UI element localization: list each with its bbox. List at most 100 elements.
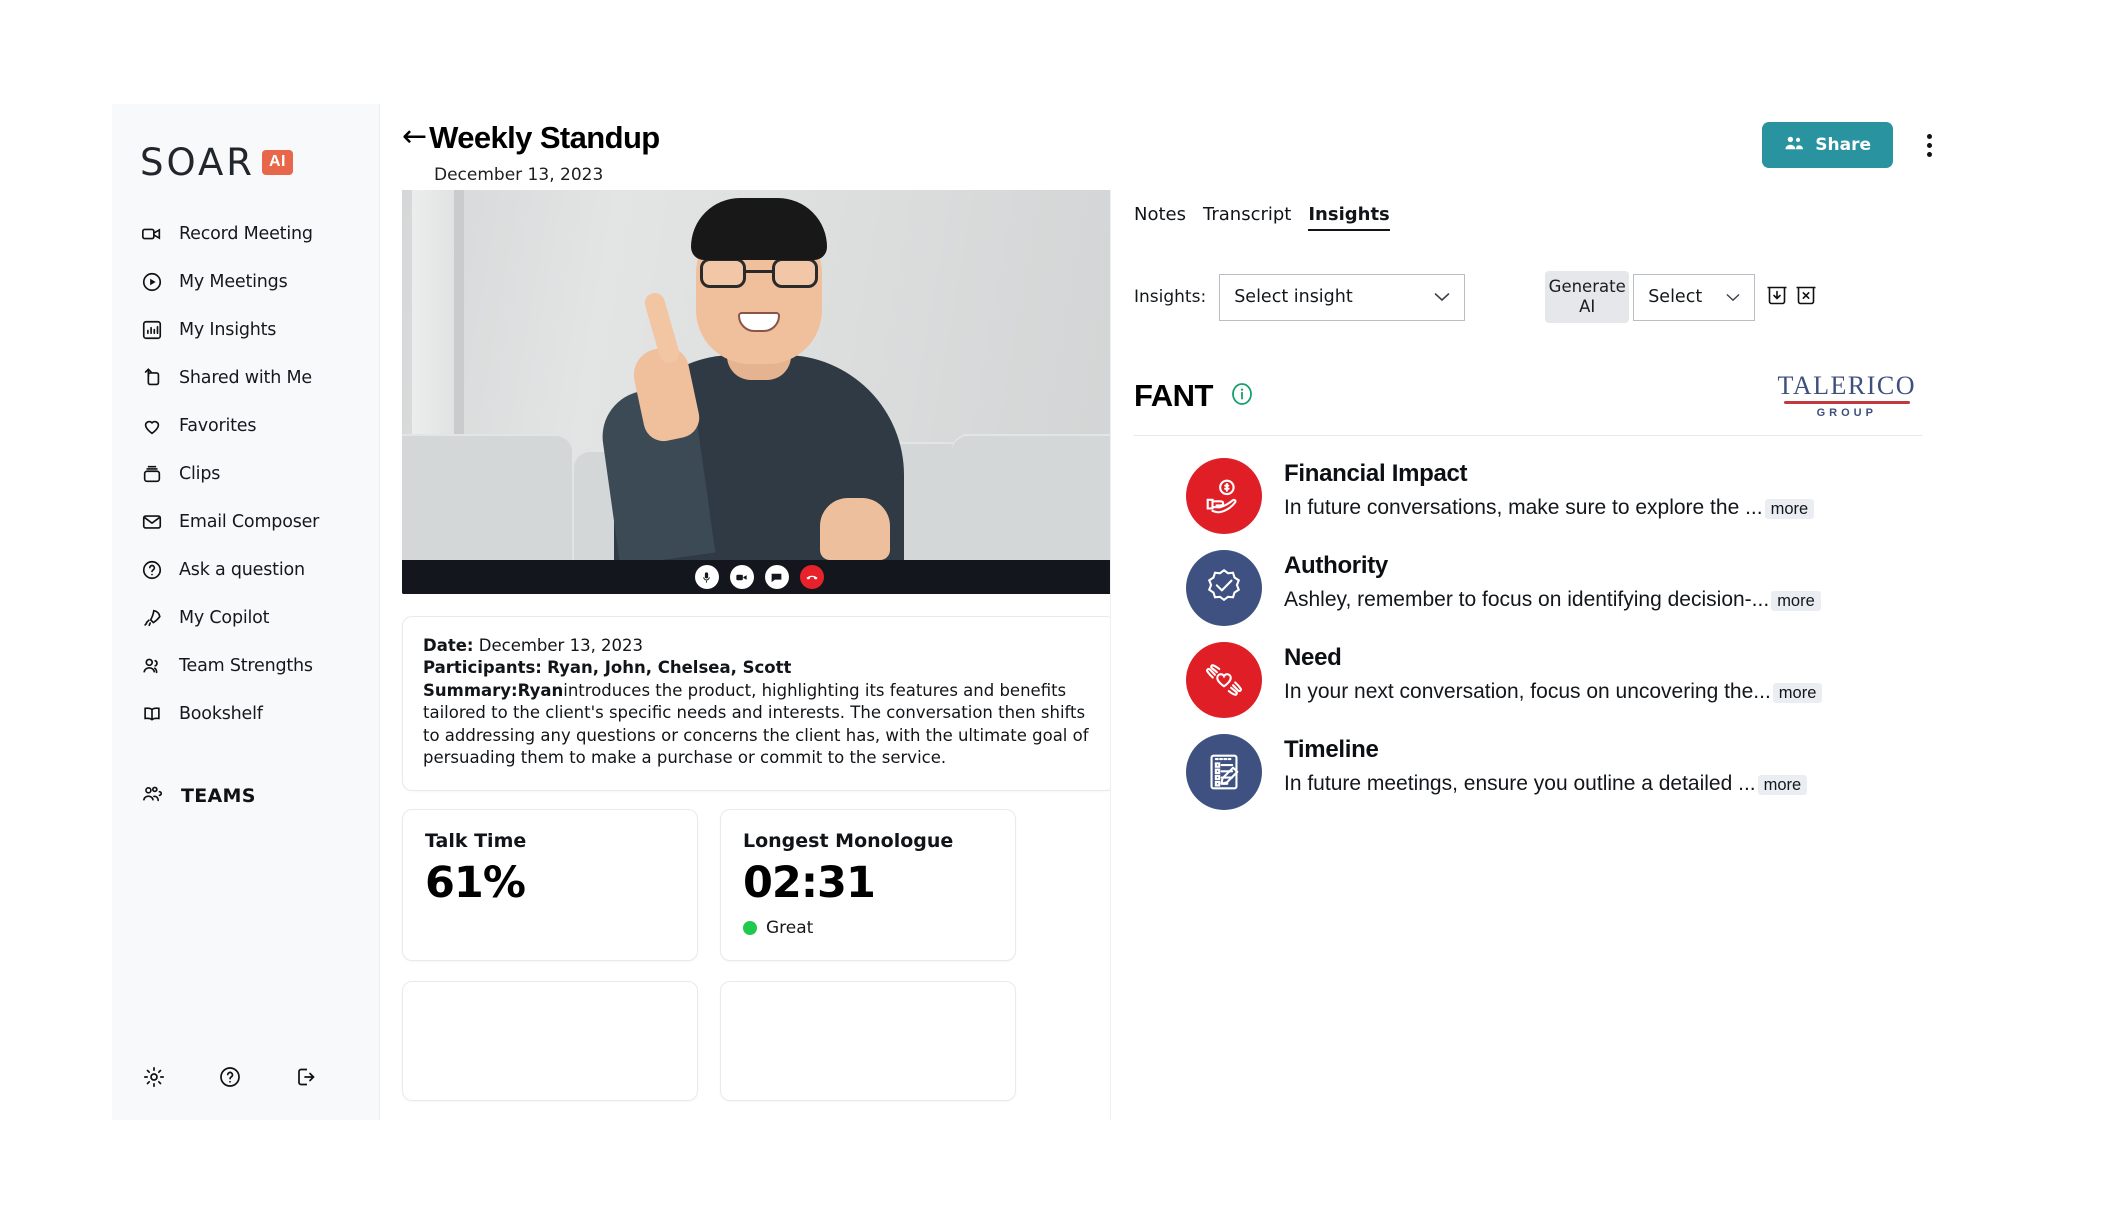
summary-participants-label: Participants: <box>423 658 542 678</box>
checklist-pencil-icon <box>1186 734 1262 810</box>
app-logo[interactable]: SOAR AI <box>112 136 379 188</box>
info-circle-icon[interactable] <box>1228 380 1256 413</box>
top-bar: ← Weekly Standup December 13, 2023 Share <box>380 104 1982 190</box>
summary-date-label: Date: <box>423 636 474 655</box>
logo-ai-badge: AI <box>261 149 293 175</box>
insight-text-value: In your next conversation, focus on unco… <box>1284 680 1771 703</box>
sidebar-item-my-meetings[interactable]: My Meetings <box>112 258 379 306</box>
meeting-column: Date: December 13, 2023 Participants: Ry… <box>380 190 1110 1120</box>
logo-wordmark: SOAR <box>140 140 255 184</box>
video-frame-image <box>402 190 1110 560</box>
camera-icon[interactable] <box>729 565 754 589</box>
meeting-date: December 13, 2023 <box>434 165 604 185</box>
sidebar-nav: Record Meeting My Meetings My Insights S… <box>112 210 379 738</box>
gear-icon[interactable] <box>142 1065 166 1094</box>
insights-select-label: Insights: <box>1134 287 1207 307</box>
partner-logo-swoosh <box>1783 401 1910 404</box>
sidebar-footer <box>112 1065 380 1094</box>
users-icon <box>141 655 163 677</box>
metric-value: 61% <box>425 857 526 908</box>
sidebar-item-label: Email Composer <box>179 512 320 532</box>
tab-notes[interactable]: Notes <box>1134 204 1186 231</box>
insight-select-value: Select insight <box>1234 287 1353 307</box>
fant-section-header: FANT TALERICO GROUP <box>1129 373 1922 420</box>
play-circle-icon <box>141 271 163 293</box>
insight-text: In future meetings, ensure you outline a… <box>1284 769 1808 799</box>
sidebar-item-record-meeting[interactable]: Record Meeting <box>112 210 379 258</box>
people-icon <box>1784 134 1804 157</box>
hand-holding-coin-icon <box>1186 458 1262 534</box>
sidebar-item-label: Shared with Me <box>179 368 312 388</box>
sidebar-item-email-composer[interactable]: Email Composer <box>112 498 379 546</box>
insight-item-need: Need In your next conversation, focus on… <box>1134 632 1922 724</box>
envelope-icon <box>141 511 163 533</box>
summary-participants-row: Participants: Ryan, John, Chelsea, Scott <box>423 657 1095 679</box>
insight-text-value: Ashley, remember to focus on identifying… <box>1284 588 1770 611</box>
sidebar-item-clips[interactable]: Clips <box>112 450 379 498</box>
delete-box-icon[interactable] <box>1793 282 1819 313</box>
sidebar-item-favorites[interactable]: Favorites <box>112 402 379 450</box>
insight-text: In your next conversation, focus on unco… <box>1284 677 1823 707</box>
metric-card-talk-time: Talk Time 61% <box>402 808 698 961</box>
end-call-icon[interactable] <box>799 565 824 589</box>
template-select[interactable]: Select <box>1633 273 1756 321</box>
sidebar-item-teams[interactable]: TEAMS <box>112 774 379 818</box>
top-bar-actions: Share <box>1762 122 1940 168</box>
more-link[interactable]: more <box>1771 591 1821 611</box>
sidebar-item-ask-a-question[interactable]: Ask a question <box>112 546 379 594</box>
tab-insights[interactable]: Insights <box>1308 204 1390 231</box>
partner-logo: TALERICO GROUP <box>1778 373 1916 420</box>
logout-icon[interactable] <box>294 1065 318 1094</box>
insight-action-icons <box>1764 282 1819 313</box>
sidebar-item-my-insights[interactable]: My Insights <box>112 306 379 354</box>
metrics-row: Talk Time 61% Longest Monologue 02:31 Gr… <box>402 808 1096 961</box>
sidebar-item-label: Favorites <box>179 416 257 436</box>
sidebar-item-label: Team Strengths <box>179 656 313 676</box>
status-label: Great <box>766 917 814 938</box>
additional-metrics-row <box>402 980 1096 1101</box>
microphone-icon[interactable] <box>694 565 719 589</box>
summary-participants-value: Ryan, John, Chelsea, Scott <box>547 658 792 678</box>
bar-chart-icon <box>141 319 163 341</box>
more-link[interactable]: more <box>1757 775 1808 795</box>
sidebar-item-label: My Meetings <box>179 272 288 292</box>
status-dot-icon <box>743 920 757 935</box>
tab-transcript[interactable]: Transcript <box>1203 204 1291 231</box>
rocket-icon <box>141 607 163 629</box>
insight-text-value: In future conversations, make sure to ex… <box>1284 496 1763 519</box>
back-arrow-icon[interactable]: ← <box>402 121 427 152</box>
video-camera-icon <box>141 223 163 245</box>
insight-select[interactable]: Select insight <box>1219 273 1466 321</box>
insight-title: Timeline <box>1284 736 1379 763</box>
download-box-icon[interactable] <box>1764 282 1790 313</box>
help-circle-icon[interactable] <box>218 1065 242 1094</box>
more-link[interactable]: more <box>1772 683 1823 703</box>
insight-body: Timeline In future meetings, ensure you … <box>1284 734 1808 810</box>
badge-check-icon <box>1186 550 1262 626</box>
video-player[interactable] <box>402 190 1110 594</box>
group-people-icon <box>141 783 165 810</box>
generate-ai-button[interactable]: Generate AI <box>1545 271 1630 323</box>
insight-title: Authority <box>1284 552 1388 579</box>
insights-list: Financial Impact In future conversations… <box>1129 448 1922 816</box>
kebab-menu-icon[interactable] <box>1919 128 1940 163</box>
sidebar: SOAR AI Record Meeting My Meetings My In… <box>112 104 380 1120</box>
page-title: Weekly Standup <box>429 120 660 155</box>
sidebar-item-team-strengths[interactable]: Team Strengths <box>112 642 379 690</box>
sidebar-teams-label: TEAMS <box>181 785 256 807</box>
sidebar-item-bookshelf[interactable]: Bookshelf <box>112 690 379 738</box>
insight-item-timeline: Timeline In future meetings, ensure you … <box>1134 724 1922 816</box>
sidebar-item-my-copilot[interactable]: My Copilot <box>112 594 379 642</box>
sidebar-item-shared-with-me[interactable]: Shared with Me <box>112 354 379 402</box>
sidebar-item-label: Record Meeting <box>179 224 313 244</box>
open-book-icon <box>141 703 163 725</box>
chat-icon[interactable] <box>764 565 789 589</box>
status-badge: Great <box>743 918 993 938</box>
sidebar-item-label: My Insights <box>179 320 277 340</box>
main-content: ← Weekly Standup December 13, 2023 Share <box>380 104 1982 1120</box>
share-button[interactable]: Share <box>1762 122 1893 168</box>
more-link[interactable]: more <box>1764 499 1815 519</box>
insight-text-value: In future meetings, ensure you outline a… <box>1284 772 1756 795</box>
meeting-summary-card: Date: December 13, 2023 Participants: Ry… <box>402 616 1110 791</box>
chevron-down-icon <box>1726 289 1740 306</box>
